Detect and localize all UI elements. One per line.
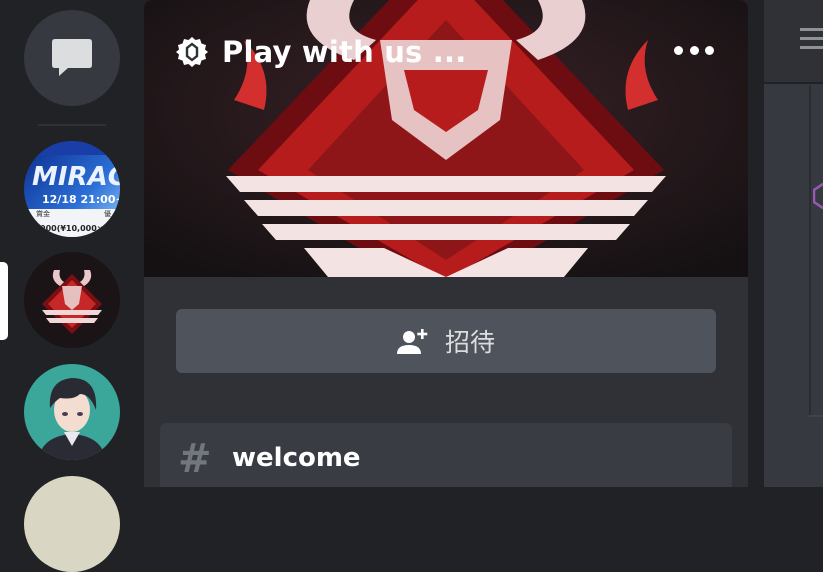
message-divider-horizontal (809, 415, 823, 417)
server-icon-partial[interactable] (24, 476, 120, 572)
more-horizontal-icon (674, 45, 683, 55)
anime-avatar (24, 364, 120, 460)
mirage-date-text: 12/18 21:00~ (42, 193, 120, 206)
server-rail: MIRAGE 12/18 21:00~ 賞金 優 000(¥10,000×3 (0, 0, 144, 572)
mirage-prize-text: 000(¥10,000×3 (40, 224, 109, 233)
invite-button[interactable]: 招待 (176, 309, 716, 373)
server-boost-badge-icon (176, 37, 208, 67)
mirage-banner-text: MIRAGE (32, 162, 120, 192)
add-friend-icon (396, 329, 428, 354)
menu-icon[interactable] (800, 26, 823, 52)
channel-sidebar: Play with us ... 招待 # welcome (144, 0, 748, 487)
direct-messages-button[interactable] (24, 10, 120, 106)
server-icon (24, 476, 120, 572)
hexagon-icon (813, 183, 823, 209)
text-channel-icon: # (178, 436, 212, 482)
server-header[interactable]: Play with us ... (176, 34, 466, 70)
apex-predator-emblem (24, 252, 120, 348)
server-icon-mirage[interactable]: MIRAGE 12/18 21:00~ 賞金 優 000(¥10,000×3 (24, 141, 120, 237)
server-icon-apex[interactable] (24, 252, 120, 348)
chat-header-edge (764, 0, 823, 84)
chat-bubble-icon (52, 39, 92, 76)
mirage-side-text: 優 (104, 209, 111, 218)
server-icon-avatar[interactable] (24, 364, 120, 460)
channel-name: welcome (232, 443, 361, 473)
server-banner: Play with us ... (144, 0, 748, 277)
server-name: Play with us ... (222, 35, 467, 69)
channel-item-welcome[interactable]: # welcome (160, 423, 732, 487)
chat-area-edge (764, 0, 823, 487)
mirage-prize-label: 賞金 (36, 209, 50, 218)
rail-separator (38, 124, 106, 126)
invite-label: 招待 (444, 328, 495, 357)
more-options-button[interactable] (674, 36, 714, 64)
message-divider (809, 85, 811, 415)
selected-server-indicator (0, 262, 8, 340)
